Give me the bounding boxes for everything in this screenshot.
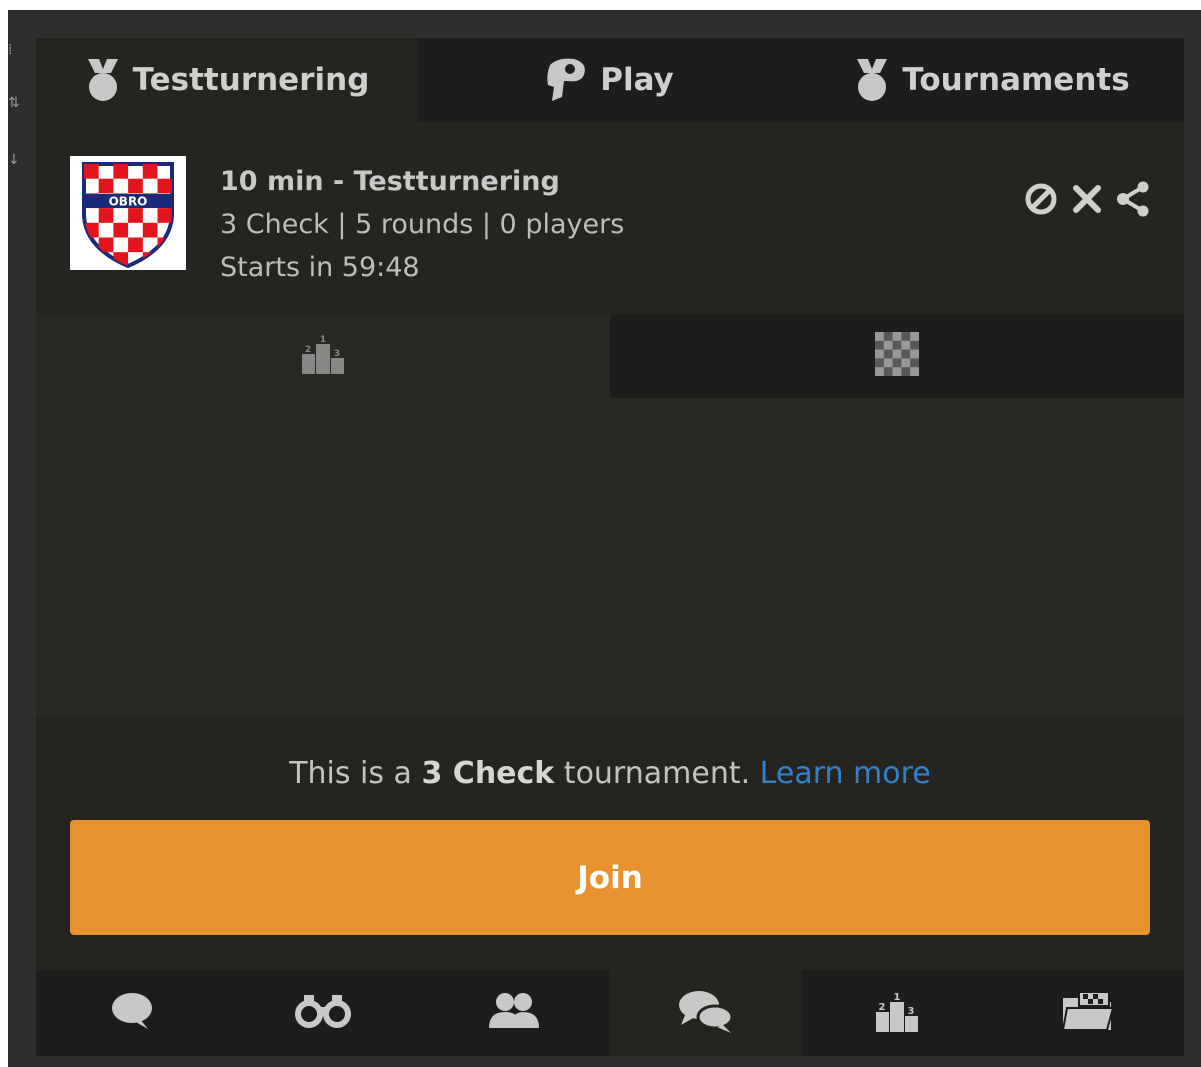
chat-bubbles-icon	[677, 989, 735, 1037]
tournament-header: OBRO 10 min - Testturnering 3 Check | 5 …	[36, 122, 1184, 314]
chessboard-icon	[875, 332, 919, 380]
edge-icon[interactable]: ⇅	[8, 95, 20, 111]
svg-text:2: 2	[305, 345, 311, 355]
tab-standings[interactable]: 1 2 3	[36, 314, 610, 398]
tournament-title: 10 min - Testturnering	[220, 166, 560, 197]
tab-testturnering[interactable]: Testturnering	[36, 38, 418, 122]
trophy-icon	[854, 57, 890, 103]
pawn-icon	[544, 57, 588, 103]
tab-players[interactable]	[419, 970, 610, 1056]
binoculars-icon	[294, 993, 352, 1033]
tab-spectators[interactable]	[227, 970, 418, 1056]
tab-label: Testturnering	[132, 62, 370, 98]
variant-note-suffix: tournament.	[554, 756, 760, 791]
folder-icon	[1061, 990, 1115, 1036]
svg-text:1: 1	[320, 335, 326, 345]
chat-bubble-icon	[110, 991, 154, 1035]
tab-chat[interactable]	[36, 970, 227, 1056]
variant-note: This is a 3 Check tournament. Learn more	[36, 756, 1184, 791]
variant-name: 3 Check	[421, 756, 555, 791]
logo-text: OBRO	[109, 195, 148, 209]
tab-discussion[interactable]	[609, 970, 802, 1056]
tab-tournaments[interactable]: Tournaments	[800, 38, 1184, 122]
podium-icon: 1 2 3	[874, 990, 920, 1036]
tournament-info: 10 min - Testturnering 3 Check | 5 round…	[220, 160, 624, 289]
svg-text:3: 3	[334, 349, 340, 359]
tab-label: Tournaments	[902, 62, 1130, 98]
bottom-tabs: 1 2 3	[36, 970, 1184, 1056]
edge-icon[interactable]: ↓	[8, 152, 20, 168]
tournament-start-time: Starts in 59:48	[220, 252, 420, 283]
variant-note-prefix: This is a	[289, 756, 422, 791]
close-icon[interactable]	[1068, 180, 1106, 218]
svg-text:2: 2	[878, 1002, 885, 1013]
trophy-icon	[85, 57, 121, 103]
tab-files[interactable]	[993, 970, 1184, 1056]
join-button[interactable]: Join	[70, 820, 1150, 935]
share-icon[interactable]	[1114, 180, 1152, 218]
view-tabs: 1 2 3	[36, 314, 1184, 398]
tournament-panel: Testturnering Play Tournaments OBRO 10 m…	[36, 38, 1184, 1056]
club-logo: OBRO	[70, 156, 186, 270]
svg-text:3: 3	[907, 1006, 914, 1017]
block-icon[interactable]	[1022, 180, 1060, 218]
standings-content	[36, 398, 1184, 716]
tab-label: Play	[600, 62, 674, 98]
svg-text:1: 1	[893, 992, 900, 1003]
tab-play[interactable]: Play	[418, 38, 800, 122]
users-icon	[487, 992, 541, 1034]
tournament-actions	[1022, 180, 1152, 218]
left-edge-controls: ⁞ ⇅ ↓	[8, 40, 22, 200]
tournament-details: 3 Check | 5 rounds | 0 players	[220, 209, 625, 240]
podium-icon: 1 2 3	[300, 334, 346, 378]
learn-more-link[interactable]: Learn more	[760, 756, 931, 791]
edge-icon[interactable]: ⁞	[8, 42, 12, 58]
top-tabs: Testturnering Play Tournaments	[36, 38, 1184, 122]
tab-podium[interactable]: 1 2 3	[801, 970, 992, 1056]
tab-games[interactable]	[610, 314, 1184, 398]
